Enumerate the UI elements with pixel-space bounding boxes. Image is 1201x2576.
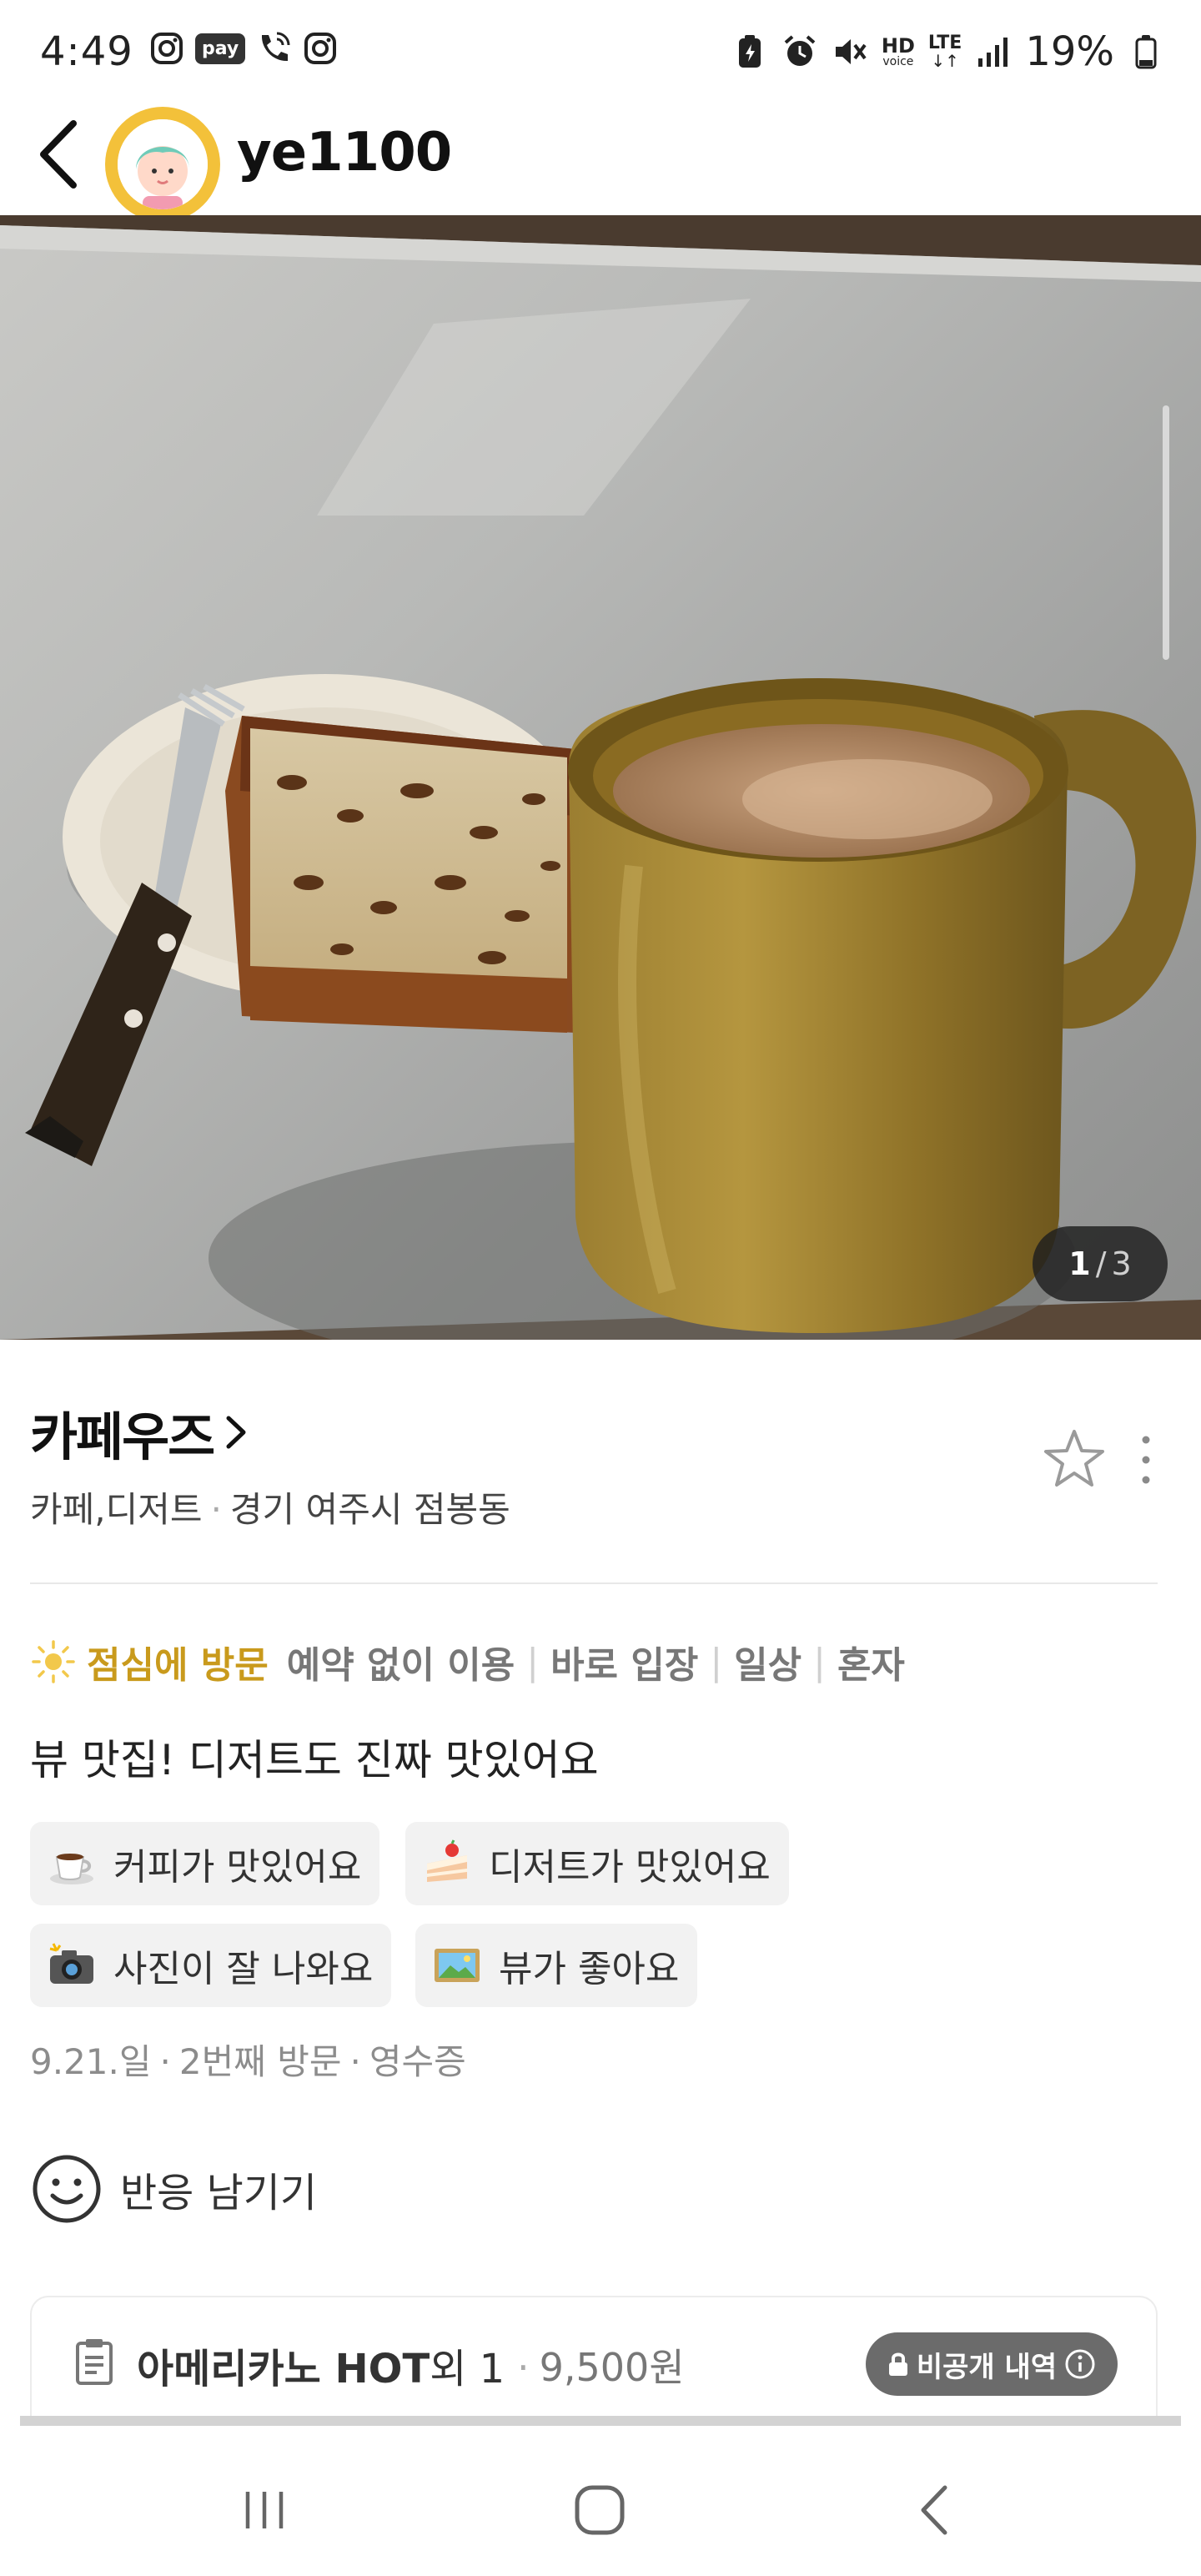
favorite-button[interactable] — [1043, 1426, 1106, 1490]
coffee-icon — [47, 1839, 97, 1889]
recent-apps-icon — [245, 2492, 284, 2528]
chevron-right-icon — [226, 1416, 246, 1449]
recent-apps-button[interactable] — [227, 2473, 302, 2548]
system-nav-bar — [0, 2426, 1201, 2576]
private-details-button[interactable]: 비공개 내역 — [866, 2332, 1118, 2396]
lock-icon — [888, 2352, 907, 2376]
reaction-button[interactable]: 반응 남기기 — [30, 2152, 317, 2226]
place-category: 카페,디저트 — [30, 1489, 203, 1530]
clipboard-icon — [76, 2339, 113, 2385]
keyword-label: 커피가 맛있어요 — [113, 1846, 362, 1889]
keyword-label: 뷰가 좋아요 — [499, 1948, 680, 1990]
scrollbar[interactable] — [1163, 405, 1169, 660]
visit-tag: 혼자 — [837, 1644, 905, 1687]
place-name: 카페우즈 — [30, 1406, 215, 1467]
battery-saver-icon — [731, 33, 768, 70]
back-nav-button[interactable] — [899, 2473, 974, 2548]
cake-icon — [422, 1839, 472, 1889]
lte-icon: LTE ↓↑ — [927, 33, 962, 71]
sun-icon — [32, 1640, 75, 1683]
instagram-icon — [148, 30, 185, 67]
landscape-icon — [432, 1940, 482, 1990]
mute-icon — [832, 33, 868, 70]
camera-icon — [47, 1940, 97, 1990]
review-text: 뷰 맛집! 디저트도 진짜 맛있어요 — [30, 1736, 599, 1784]
photo-counter: 1 / 3 — [1033, 1226, 1168, 1301]
keyword-label: 사진이 잘 나와요 — [113, 1948, 374, 1990]
receipt-item: 아메리카노 HOT외 1 — [137, 2346, 505, 2392]
private-label: 비공개 내역 — [916, 2350, 1058, 2384]
notification-icons: pay — [148, 30, 339, 67]
back-button[interactable] — [30, 117, 88, 192]
star-icon — [1044, 1430, 1104, 1487]
alarm-icon — [781, 33, 818, 70]
place-location: 경기 여주시 점봉동 — [229, 1489, 510, 1530]
avatar[interactable] — [105, 107, 220, 222]
verification-label[interactable]: 영수증 — [369, 2041, 466, 2082]
visit-tag: 일상 — [734, 1644, 802, 1687]
coffee-cake-photo — [0, 215, 1201, 1340]
keyword-label: 디저트가 맛있어요 — [489, 1846, 771, 1889]
receipt-card[interactable]: 아메리카노 HOT외 1 · 9,500원 비공개 내역 — [30, 2296, 1158, 2426]
visit-time-tag: 점심에 방문 — [87, 1644, 269, 1687]
system-icons: HD voice LTE ↓↑ 19% — [731, 28, 1164, 75]
username[interactable]: ye1100 — [237, 122, 452, 184]
instagram-icon — [302, 30, 339, 67]
back-nav-icon — [921, 2485, 947, 2535]
wifi-call-icon — [255, 30, 292, 67]
place-subinfo: 카페,디저트 · 경기 여주시 점봉동 — [30, 1489, 510, 1530]
scroll-progress-bar — [20, 2416, 1181, 2426]
review-meta: 9.21.일 · 2번째 방문 · 영수증 — [30, 2041, 466, 2082]
visit-tag: 예약 없이 이용 — [286, 1644, 515, 1687]
pay-icon: pay — [195, 33, 246, 64]
info-icon — [1065, 2349, 1095, 2379]
keyword-chip: 사진이 잘 나와요 — [30, 1924, 392, 2007]
back-arrow-icon — [40, 120, 77, 189]
top-bar: ye1100 — [0, 83, 1201, 222]
keyword-chip: 디저트가 맛있어요 — [405, 1822, 789, 1905]
place-info: 카페우즈 카페,디저트 · 경기 여주시 점봉동 — [30, 1395, 1173, 1530]
more-options-button[interactable] — [1129, 1426, 1163, 1493]
visit-tag: 바로 입장 — [550, 1644, 699, 1687]
signal-icon — [975, 33, 1012, 70]
home-icon — [575, 2485, 625, 2535]
status-time: 4:49 — [40, 28, 133, 75]
review-photo[interactable]: 1 / 3 — [0, 215, 1201, 1340]
divider — [30, 1582, 1158, 1584]
avatar-image — [118, 119, 208, 209]
smiley-icon — [33, 2155, 101, 2223]
visit-count: 2번째 방문 — [178, 2041, 342, 2082]
battery-percent: 19% — [1025, 28, 1114, 75]
keyword-chip: 뷰가 좋아요 — [415, 1924, 698, 2007]
keyword-chip: 커피가 맛있어요 — [30, 1822, 380, 1905]
place-name-link[interactable]: 카페우즈 — [30, 1395, 1173, 1470]
visit-tags: 점심에 방문 예약 없이 이용 | 바로 입장 | 일상 | 혼자 — [30, 1635, 905, 1688]
home-button[interactable] — [562, 2473, 637, 2548]
battery-icon — [1128, 33, 1164, 70]
reaction-label: 반응 남기기 — [120, 2170, 318, 2216]
hd-voice-icon: HD voice — [881, 34, 915, 68]
more-vertical-icon — [1142, 1436, 1150, 1484]
visit-date: 9.21.일 — [30, 2041, 152, 2082]
receipt-price: · 9,500원 — [517, 2345, 685, 2390]
